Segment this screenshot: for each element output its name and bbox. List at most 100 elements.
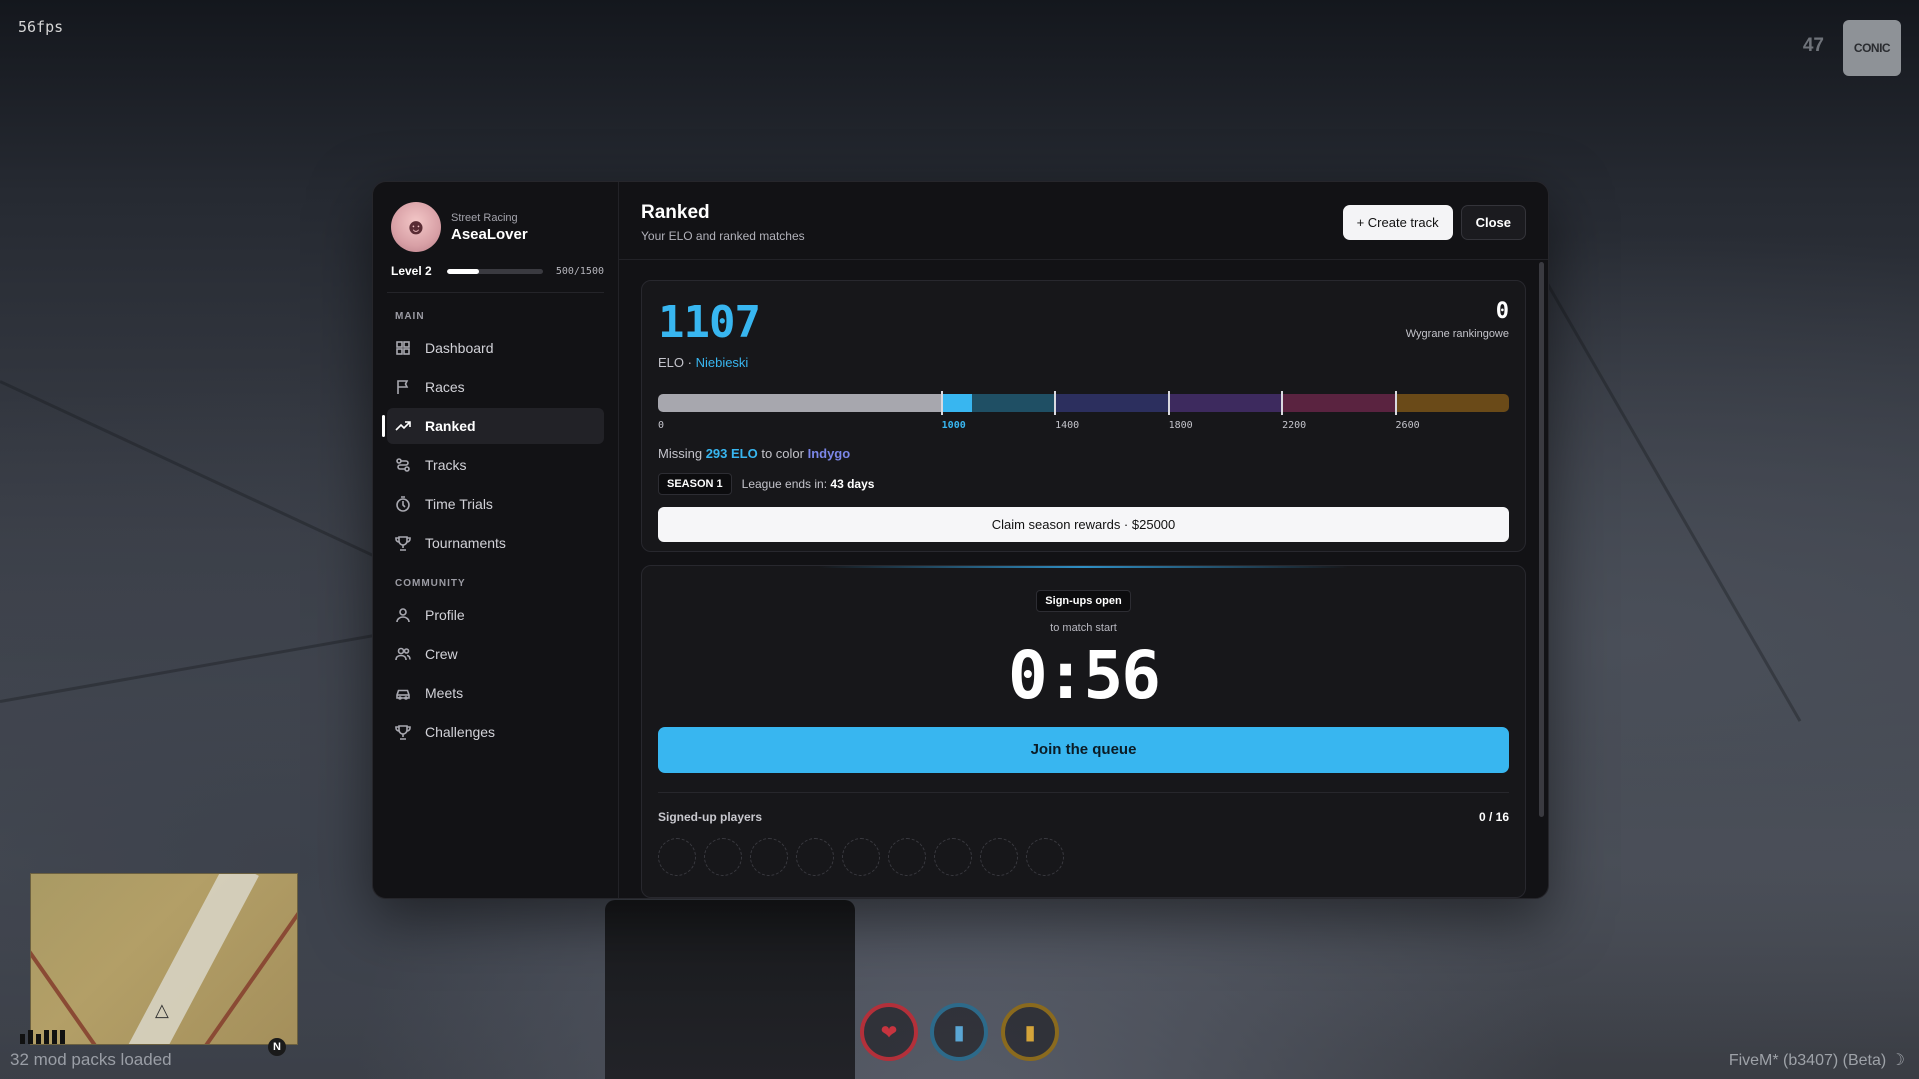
- page-subtitle: Your ELO and ranked matches: [641, 229, 805, 243]
- players-count: 0 / 16: [1478, 809, 1509, 824]
- elo-tier-segment: [1282, 394, 1396, 412]
- sidebar-item-challenges[interactable]: Challenges: [387, 714, 604, 750]
- elo-tier-segment: [1168, 394, 1283, 412]
- signup-status-badge: Sign-ups open: [1036, 590, 1131, 612]
- sidebar-item-crew[interactable]: Crew: [387, 636, 604, 672]
- player-slots: [658, 837, 1509, 876]
- elo-tier-segment: [1055, 394, 1169, 412]
- create-track-button[interactable]: + Create track: [1342, 205, 1453, 240]
- elo-card: 1107 ELO · Niebieski 0 Wygrane rankingow…: [641, 280, 1526, 552]
- player-slot: [980, 837, 1018, 876]
- sidebar-item-label: Dashboard: [425, 340, 494, 356]
- elo-tick-mark: [1167, 391, 1170, 415]
- elo-tier-segment: [1395, 394, 1509, 412]
- sidebar-item-tracks[interactable]: Tracks: [387, 447, 604, 483]
- elo-tick-label: 0: [658, 420, 665, 431]
- join-queue-button[interactable]: Join the queue: [658, 726, 1509, 773]
- signed-up-players-label: Signed-up players: [658, 809, 763, 824]
- main-content: Ranked Your ELO and ranked matches + Cre…: [619, 182, 1548, 898]
- season-badge: SEASON 1: [658, 473, 732, 495]
- xp-text: 500/1500: [555, 265, 604, 277]
- timer-icon: [396, 496, 410, 512]
- sidebar-item-label: Time Trials: [425, 496, 493, 512]
- compass-north-icon: N: [268, 1038, 286, 1056]
- elo-tier-segment: [941, 394, 1056, 412]
- sidebar-item-label: Challenges: [425, 724, 496, 740]
- to-match-label: to match start: [1050, 622, 1117, 634]
- page-title: Ranked: [641, 202, 710, 223]
- scene-road-line: [0, 630, 395, 703]
- elo-tier-bar: [658, 394, 1509, 412]
- racing-app-window: ☻ Street Racing AseaLover Level 2 500/15…: [372, 181, 1549, 899]
- sidebar-item-label: Profile: [425, 607, 465, 623]
- sidebar: ☻ Street Racing AseaLover Level 2 500/15…: [373, 182, 619, 898]
- queue-card: Sign-ups open to match start 0:56 Join t…: [641, 565, 1526, 898]
- trophy-icon: [395, 725, 411, 740]
- player-slot: [842, 837, 880, 876]
- trending-up-icon: [395, 421, 411, 431]
- fps-counter: 56fps: [18, 18, 64, 36]
- user-icon: [396, 608, 410, 623]
- flag-icon: [397, 380, 409, 394]
- sidebar-item-label: Tracks: [425, 457, 467, 473]
- close-button[interactable]: Close: [1460, 205, 1526, 240]
- ranked-wins-label: Wygrane rankingowe: [1405, 328, 1509, 340]
- avatar: ☻: [391, 202, 441, 252]
- level-row: Level 2 500/1500: [387, 264, 604, 278]
- user-name: AseaLover: [451, 225, 528, 243]
- player-slot: [658, 837, 696, 876]
- missing-elo-text: Missing 293 ELO to color Indygo: [658, 446, 851, 461]
- elo-tick-mark: [1394, 391, 1397, 415]
- trophy-icon: [395, 536, 411, 551]
- sidebar-item-label: Meets: [425, 685, 464, 701]
- player-slot: [934, 837, 972, 876]
- sidebar-item-ranked[interactable]: Ranked: [382, 408, 604, 444]
- elo-tier-labels: 0 1000 1400 1800 2200 2600: [658, 420, 1509, 436]
- player-character: [605, 900, 855, 1079]
- player-slot: [704, 837, 742, 876]
- minimap: △: [30, 873, 298, 1045]
- sidebar-item-time-trials[interactable]: Time Trials: [387, 486, 604, 522]
- users-icon: [395, 647, 411, 661]
- player-slot: [796, 837, 834, 876]
- countdown-timer: 0:56: [1008, 637, 1161, 714]
- dashboard-icon: [396, 341, 410, 355]
- sidebar-item-label: Crew: [425, 646, 458, 662]
- elo-tick-label: 2600: [1395, 420, 1420, 431]
- ranked-wins-value: 0: [1495, 299, 1509, 324]
- sidebar-item-races[interactable]: Races: [387, 369, 604, 405]
- player-slot: [1026, 837, 1064, 876]
- claim-season-rewards-button[interactable]: Claim season rewards · $25000: [658, 507, 1509, 542]
- fivem-version: FiveM* (b3407) (Beta) ☽: [1728, 1052, 1905, 1069]
- page-header: Ranked Your ELO and ranked matches + Cre…: [619, 182, 1548, 260]
- player-marker-icon: △: [155, 1000, 169, 1020]
- elo-value: 1107: [658, 297, 761, 348]
- sidebar-item-tournaments[interactable]: Tournaments: [387, 525, 604, 561]
- user-card: ☻ Street Racing AseaLover: [387, 202, 604, 252]
- sidebar-item-meets[interactable]: Meets: [387, 675, 604, 711]
- health-icon: ❤: [860, 1003, 918, 1061]
- signal-bars-icon: [20, 1030, 65, 1044]
- elo-tier-segment: [658, 394, 942, 412]
- route-icon: [396, 458, 410, 472]
- sidebar-item-label: Races: [425, 379, 465, 395]
- sidebar-item-profile[interactable]: Profile: [387, 597, 604, 633]
- armor-icon: ▮: [930, 1003, 988, 1061]
- elo-tier-name: Niebieski: [695, 355, 749, 370]
- sidebar-item-label: Ranked: [425, 418, 476, 434]
- server-logo: CONIC: [1843, 20, 1901, 76]
- league-ends-text: League ends in: 43 days: [741, 477, 875, 491]
- ranked-wins: 0 Wygrane rankingowe: [1406, 299, 1509, 340]
- hud-counter: 47: [1802, 35, 1824, 56]
- elo-tick-mark: [940, 391, 943, 415]
- sidebar-item-dashboard[interactable]: Dashboard: [387, 330, 604, 366]
- xp-progress-bar: [447, 268, 543, 274]
- elo-tick-label: 2200: [1282, 420, 1307, 431]
- elo-tick-label: 1400: [1055, 420, 1080, 431]
- elo-tier-label: ELO · Niebieski: [658, 355, 749, 370]
- level-label: Level 2: [391, 264, 432, 278]
- section-label-main: MAIN: [395, 311, 425, 322]
- car-icon: [396, 689, 410, 700]
- player-slot: [750, 837, 788, 876]
- elo-tick-mark: [1281, 391, 1284, 415]
